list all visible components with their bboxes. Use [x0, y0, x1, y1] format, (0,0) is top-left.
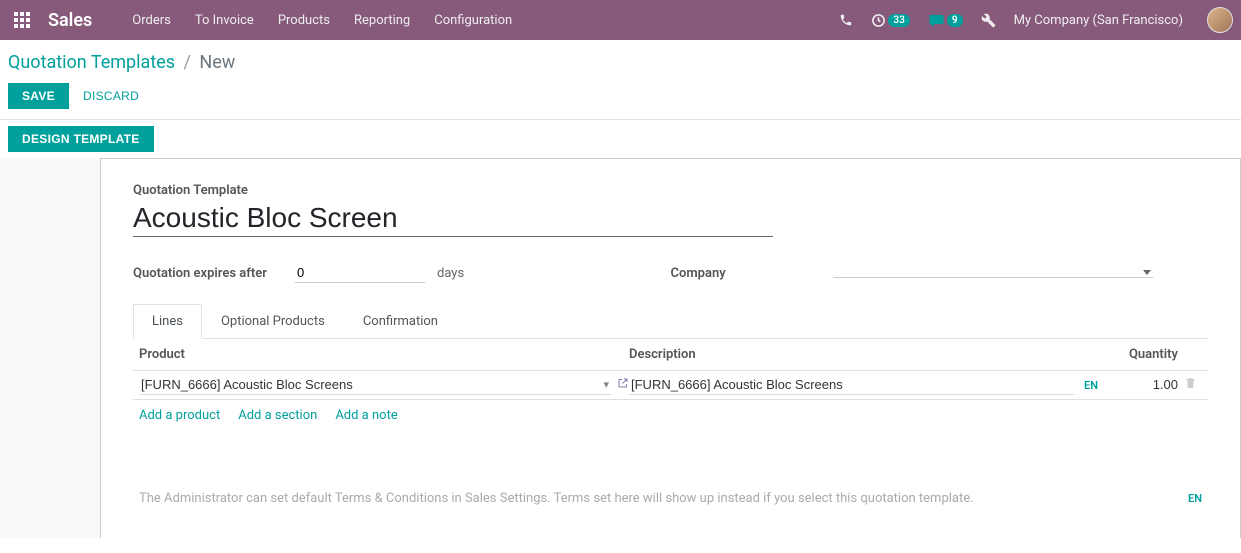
- tab-lines[interactable]: Lines: [133, 304, 202, 339]
- nav-configuration[interactable]: Configuration: [434, 13, 512, 28]
- col-description: Description: [629, 347, 1098, 362]
- description-input[interactable]: [631, 377, 1072, 392]
- lang-badge[interactable]: EN: [1188, 492, 1202, 505]
- nav-reporting[interactable]: Reporting: [354, 13, 410, 28]
- lang-badge[interactable]: EN: [1084, 379, 1098, 392]
- expires-input[interactable]: [295, 263, 425, 283]
- action-buttons: SAVE DISCARD: [0, 79, 1241, 119]
- nav-to-invoice[interactable]: To Invoice: [195, 13, 254, 28]
- expires-unit: days: [437, 266, 464, 281]
- messages-badge: 9: [947, 14, 963, 27]
- sheet-background: Quotation Template Quotation expires aft…: [0, 158, 1241, 538]
- tab-confirmation[interactable]: Confirmation: [344, 304, 457, 339]
- activity-icon[interactable]: 33: [871, 13, 909, 28]
- company-select[interactable]: [833, 268, 1153, 278]
- messages-icon[interactable]: 9: [928, 13, 963, 28]
- app-brand[interactable]: Sales: [48, 10, 92, 31]
- nav-menu: Orders To Invoice Products Reporting Con…: [132, 13, 512, 28]
- chevron-down-icon[interactable]: ▾: [603, 378, 609, 391]
- form-sheet: Quotation Template Quotation expires aft…: [100, 158, 1241, 538]
- breadcrumb-sep: /: [184, 52, 191, 73]
- grid-header: Product Description Quantity: [133, 339, 1208, 371]
- external-link-icon[interactable]: [617, 377, 629, 393]
- quantity-input[interactable]: [1098, 377, 1178, 392]
- main-navbar: Sales Orders To Invoice Products Reporti…: [0, 0, 1241, 40]
- nav-right: 33 9 My Company (San Francisco): [839, 7, 1233, 33]
- tab-optional-products[interactable]: Optional Products: [202, 304, 344, 339]
- breadcrumb-current: New: [199, 52, 235, 73]
- user-avatar[interactable]: [1207, 7, 1233, 33]
- add-note-link[interactable]: Add a note: [335, 408, 397, 423]
- col-delete: [1178, 347, 1202, 362]
- settings-icon[interactable]: [981, 13, 996, 28]
- company-switcher[interactable]: My Company (San Francisco): [1014, 13, 1183, 28]
- design-bar: DESIGN TEMPLATE: [0, 120, 1241, 158]
- apps-icon[interactable]: [8, 6, 36, 34]
- col-product: Product: [139, 347, 629, 362]
- activity-badge: 33: [888, 14, 909, 27]
- discard-button[interactable]: DISCARD: [83, 89, 139, 103]
- save-button[interactable]: SAVE: [8, 83, 69, 109]
- col-quantity: Quantity: [1098, 347, 1178, 362]
- table-row: ▾ EN: [133, 371, 1208, 400]
- delete-row-button[interactable]: [1178, 376, 1202, 394]
- add-section-link[interactable]: Add a section: [238, 408, 317, 423]
- nav-products[interactable]: Products: [278, 13, 330, 28]
- terms-placeholder[interactable]: The Administrator can set default Terms …: [139, 491, 974, 506]
- title-label: Quotation Template: [133, 183, 1208, 198]
- product-input[interactable]: [141, 377, 603, 392]
- breadcrumb-parent[interactable]: Quotation Templates: [8, 52, 175, 73]
- description-cell: EN: [629, 375, 1098, 395]
- company-label: Company: [671, 266, 821, 281]
- template-name-input[interactable]: [133, 200, 773, 237]
- expires-label: Quotation expires after: [133, 266, 283, 281]
- add-product-link[interactable]: Add a product: [139, 408, 220, 423]
- nav-orders[interactable]: Orders: [132, 13, 171, 28]
- add-links: Add a product Add a section Add a note: [133, 400, 1208, 431]
- phone-icon[interactable]: [839, 13, 853, 27]
- terms-footer: The Administrator can set default Terms …: [133, 431, 1208, 512]
- product-cell: ▾: [139, 375, 629, 395]
- company-group: Company: [671, 263, 1209, 283]
- chevron-down-icon: [1143, 270, 1151, 275]
- design-template-button[interactable]: DESIGN TEMPLATE: [8, 126, 154, 152]
- quantity-cell: [1098, 377, 1178, 393]
- form-row: Quotation expires after days Company: [133, 263, 1208, 283]
- breadcrumb-bar: Quotation Templates / New: [0, 40, 1241, 79]
- expires-group: Quotation expires after days: [133, 263, 671, 283]
- breadcrumb: Quotation Templates / New: [8, 52, 1233, 73]
- tabs: Lines Optional Products Confirmation: [133, 303, 1208, 339]
